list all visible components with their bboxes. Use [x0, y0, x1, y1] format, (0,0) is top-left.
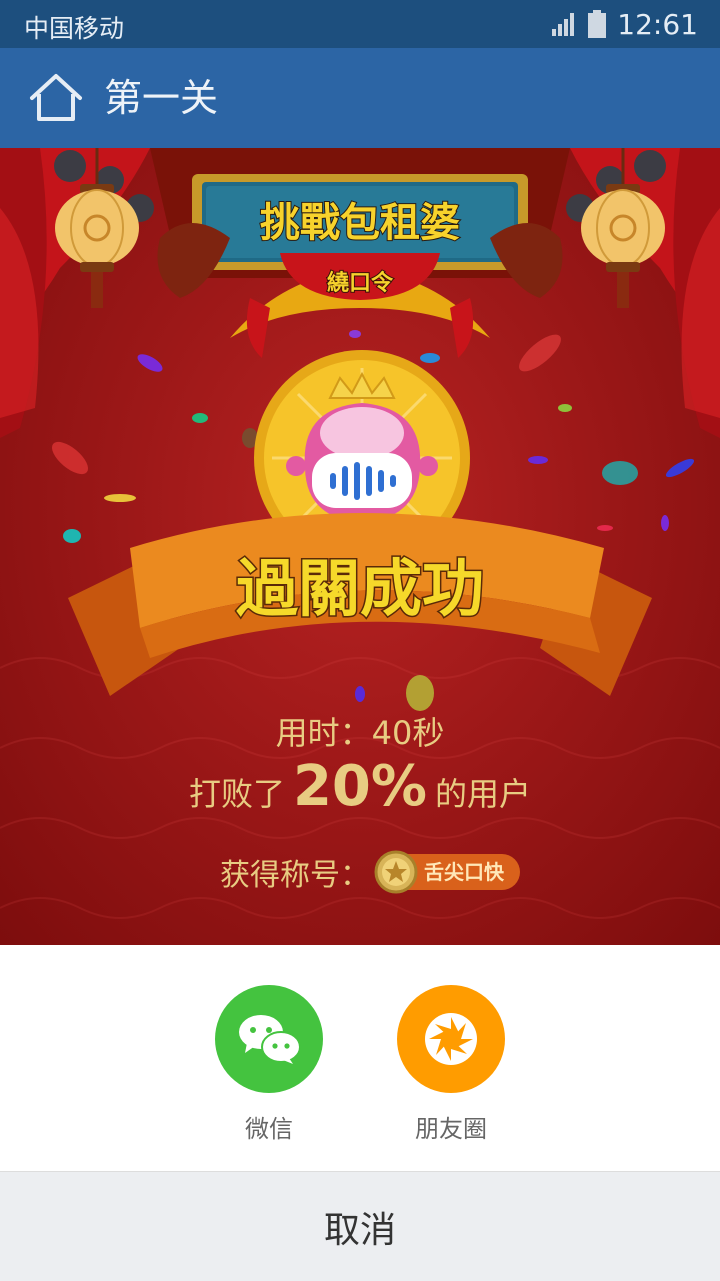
signboard: 挑戰包租婆 繞口令	[150, 148, 570, 358]
wechat-button[interactable]	[215, 985, 323, 1093]
sign-subtitle: 繞口令	[327, 270, 394, 296]
share-moments[interactable]: 朋友圈	[381, 985, 521, 1144]
right-curtain	[570, 148, 720, 438]
star-badge-icon	[374, 850, 418, 894]
home-icon	[30, 74, 82, 121]
beat-prefix: 打败了	[188, 775, 285, 813]
earned-title: 获得称号： 舌尖口快	[220, 850, 520, 894]
clock: 12:61	[617, 7, 698, 41]
carrier-name: 中国移动	[24, 14, 125, 43]
moments-icon	[425, 1013, 477, 1065]
share-wechat[interactable]: 微信	[199, 985, 339, 1144]
moments-button[interactable]	[397, 985, 505, 1093]
title-badge: 舌尖口快	[374, 850, 520, 894]
status-bar: 中国移动 12:61	[0, 0, 720, 48]
cancel-area: 取消	[0, 1171, 720, 1281]
home-button[interactable]	[28, 72, 84, 124]
wechat-icon	[239, 1015, 301, 1064]
status-icons: 12:61	[551, 6, 698, 42]
sign-title: 挑戰包租婆	[260, 200, 460, 246]
cancel-button[interactable]: 取消	[0, 1172, 720, 1281]
share-panel: 微信 朋友圈	[0, 945, 720, 1171]
beat-suffix: 的用户	[435, 775, 532, 813]
wechat-label: 微信	[245, 1115, 293, 1143]
beat-percent: 20%	[292, 754, 428, 819]
left-curtain	[0, 148, 150, 438]
title-label: 获得称号：	[220, 858, 370, 893]
page-title: 第一关	[104, 76, 219, 120]
beat-users: 打败了 20% 的用户	[0, 752, 720, 829]
moments-label: 朋友圈	[415, 1115, 487, 1143]
success-banner: 過關成功	[68, 513, 652, 696]
result-stage: 挑戰包租婆 繞口令 過關成功 用时：40秒 打败了 20% 的用户 获得称号： …	[0, 148, 720, 945]
banner-title: 過關成功	[236, 552, 484, 625]
nav-bar: 第一关	[0, 48, 720, 148]
time-used: 用时：40秒	[275, 714, 445, 752]
signal-icon	[552, 13, 575, 36]
battery-icon	[588, 10, 607, 38]
